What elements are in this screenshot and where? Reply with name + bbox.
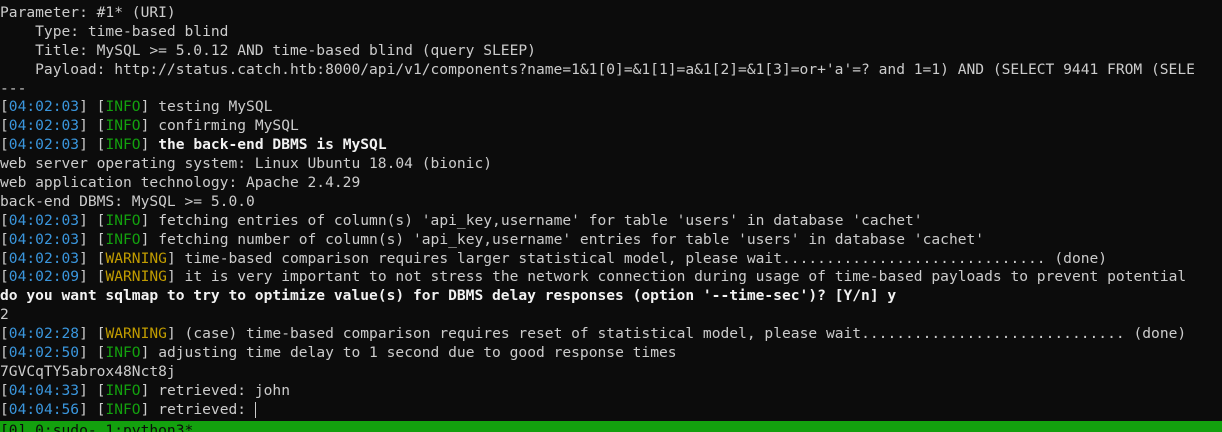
log-line: [04:02:03] [INFO] confirming MySQL	[0, 117, 299, 135]
log-level: INFO	[105, 381, 141, 399]
log-line: [04:02:28] [WARNING] (case) time-based c…	[0, 325, 1187, 343]
log-timestamp: 04:02:03	[8, 117, 80, 135]
log-timestamp: 04:02:09	[8, 268, 80, 286]
output-line: 7GVCqTY5abrox48Nct8j	[0, 362, 176, 380]
log-line: [04:04:56] [INFO] retrieved:	[0, 400, 256, 418]
log-message: confirming MySQL	[158, 117, 299, 135]
log-level: WARNING	[105, 249, 167, 267]
output-line: web server operating system: Linux Ubunt…	[0, 155, 493, 173]
log-line: [04:04:33] [INFO] retrieved: john	[0, 381, 290, 399]
output-line: 2	[0, 306, 9, 324]
output-line: back-end DBMS: MySQL >= 5.0.0	[0, 192, 255, 210]
log-line: [04:02:09] [WARNING] it is very importan…	[0, 268, 1187, 286]
log-line: [04:02:03] [WARNING] time-based comparis…	[0, 249, 1108, 267]
log-level: INFO	[105, 344, 141, 362]
output-line: web application technology: Apache 2.4.2…	[0, 174, 361, 192]
log-timestamp: 04:02:03	[8, 211, 80, 229]
log-level: WARNING	[105, 325, 167, 343]
log-message: retrieved:	[158, 400, 255, 418]
log-line: [04:02:03] [INFO] fetching entries of co…	[0, 211, 923, 229]
log-timestamp: 04:02:03	[8, 136, 80, 154]
separator-line: ---	[0, 79, 27, 97]
log-level: INFO	[105, 400, 141, 418]
log-level: INFO	[105, 211, 141, 229]
tmux-window-list[interactable]: [0] 0:sudo- 1:python3*	[0, 422, 193, 432]
parameter-line: Parameter: #1* (URI)	[0, 4, 176, 21]
terminal-output[interactable]: Parameter: #1* (URI) Type: time-based bl…	[0, 4, 1222, 424]
log-line: [04:02:50] [INFO] adjusting time delay t…	[0, 344, 677, 362]
log-line: [04:02:03] [INFO] the back-end DBMS is M…	[0, 136, 387, 154]
prompt-line: do you want sqlmap to try to optimize va…	[0, 287, 897, 305]
log-message: testing MySQL	[158, 98, 273, 116]
tmux-status-bar[interactable]: [0] 0:sudo- 1:python3*	[0, 421, 1222, 432]
log-message: fetching number of column(s) 'api_key,us…	[158, 230, 985, 248]
log-message: retrieved: john	[158, 381, 290, 399]
log-line: [04:02:03] [INFO] fetching number of col…	[0, 230, 985, 248]
log-level: INFO	[105, 136, 141, 154]
log-timestamp: 04:04:56	[8, 400, 80, 418]
log-timestamp: 04:02:03	[8, 249, 80, 267]
log-timestamp: 04:04:33	[8, 381, 80, 399]
log-level: INFO	[105, 117, 141, 135]
log-timestamp: 04:02:03	[8, 230, 80, 248]
payload-line: Payload: http://status.catch.htb:8000/ap…	[0, 60, 1195, 78]
log-timestamp: 04:02:28	[8, 325, 80, 343]
title-line: Title: MySQL >= 5.0.12 AND time-based bl…	[0, 41, 536, 59]
log-message: fetching entries of column(s) 'api_key,u…	[158, 211, 923, 229]
log-timestamp: 04:02:03	[8, 98, 80, 116]
log-message: adjusting time delay to 1 second due to …	[158, 344, 677, 362]
log-timestamp: 04:02:50	[8, 344, 80, 362]
log-message: it is very important to not stress the n…	[184, 268, 1187, 286]
log-level: WARNING	[105, 268, 167, 286]
log-message: time-based comparison requires larger st…	[184, 249, 1108, 267]
log-message: (case) time-based comparison requires re…	[184, 325, 1187, 343]
text-cursor	[254, 401, 256, 418]
log-message: the back-end DBMS is MySQL	[158, 136, 387, 154]
type-line: Type: time-based blind	[0, 22, 229, 40]
log-level: INFO	[105, 230, 141, 248]
log-line: [04:02:03] [INFO] testing MySQL	[0, 98, 273, 116]
log-level: INFO	[105, 98, 141, 116]
